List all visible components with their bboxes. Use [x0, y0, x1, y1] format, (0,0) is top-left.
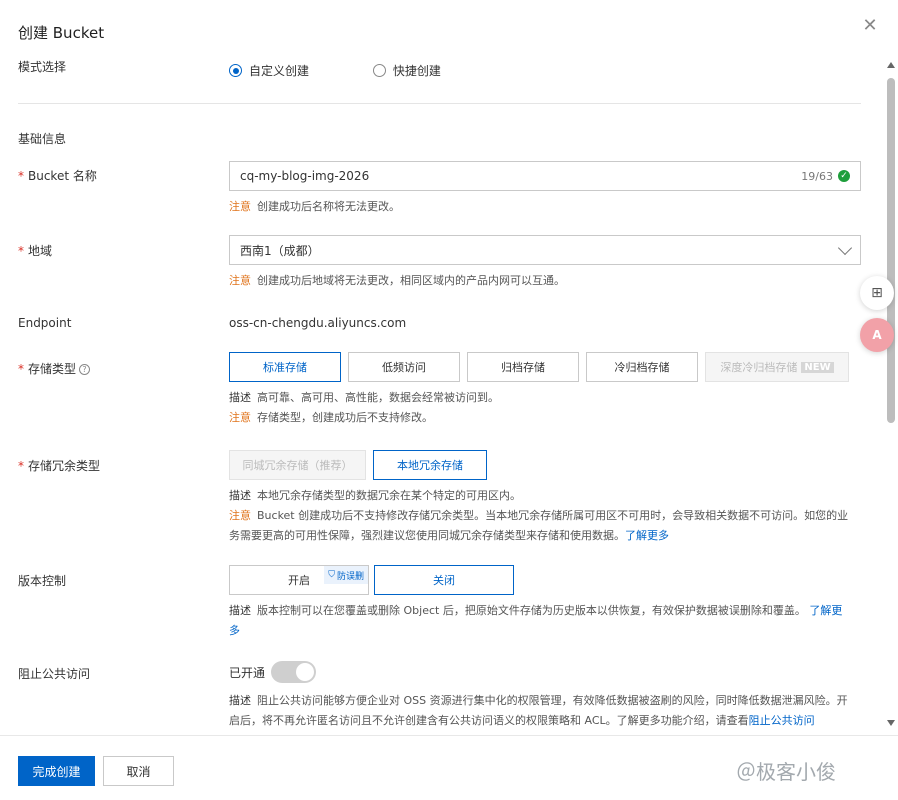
storage-ia-button[interactable]: 低频访问 — [348, 352, 460, 382]
radio-checked-icon — [229, 64, 242, 77]
scroll-thumb[interactable] — [887, 78, 895, 423]
mode-label: 模式选择 — [18, 60, 67, 74]
layout-grid-icon[interactable]: ⊞ — [860, 276, 894, 310]
form-content: 模式选择 自定义创建 快捷创建 基础信息 * Bucket 名称 cq-my-bl… — [0, 48, 884, 732]
chevron-down-icon — [837, 240, 853, 255]
bucket-name-note: 注意 创建成功后名称将无法更改。 — [229, 200, 400, 213]
versioning-learn-more-link[interactable]: 了解更 — [809, 604, 842, 617]
block-public-access-link[interactable]: 阻止公共访问 — [749, 714, 815, 727]
versioning-desc: 描述 版本控制可以在您覆盖或删除 Object 后，把原始文件存储为历史版本以供恢… — [229, 604, 843, 637]
learn-more-link[interactable]: 了解更多 — [625, 529, 669, 542]
submit-button[interactable]: 完成创建 — [18, 756, 95, 786]
storage-class-note: 注意 存储类型，创建成功后不支持修改。 — [229, 411, 433, 424]
help-icon[interactable]: ? — [79, 364, 91, 375]
protect-tag: ⛉ 防误删 — [324, 566, 368, 584]
divider — [18, 103, 861, 104]
create-bucket-dialog: 创建 Bucket ✕ 模式选择 自定义创建 快捷创建 基础信息 * Bucket… — [0, 0, 898, 800]
public-access-desc: 描述 阻止公共访问能够方便企业对 OSS 资源进行集中化的权限管理，有效降低数据被… — [229, 694, 848, 727]
redundancy-label: * 存储冗余类型 — [18, 459, 101, 473]
region-label: * 地域 — [18, 244, 53, 258]
region-select[interactable]: 西南1（成都） — [229, 235, 861, 265]
watermark: ＠极客小俊 — [736, 760, 836, 784]
versioning-options: 开启 ⛉ 防误删 关闭 — [229, 565, 861, 595]
radio-custom-create[interactable]: 自定义创建 — [229, 62, 309, 79]
mode-radio-group: 自定义创建 快捷创建 — [229, 62, 441, 80]
scroll-up-icon[interactable] — [887, 62, 895, 68]
section-basic-info: 基础信息 — [18, 132, 67, 146]
radio-unchecked-icon — [372, 64, 386, 77]
redundancy-lrs-button[interactable]: 本地冗余存储 — [373, 450, 487, 480]
storage-cold-archive-button[interactable]: 冷归档存储 — [586, 352, 698, 382]
public-access-label: 阻止公共访问 — [18, 667, 91, 681]
endpoint-label: Endpoint — [18, 316, 72, 330]
check-circle-icon: ✓ — [838, 170, 850, 182]
bucket-name-label: * Bucket 名称 — [18, 169, 97, 183]
bucket-name-input[interactable]: cq-my-blog-img-2026 19/63 ✓ — [229, 161, 861, 191]
redundancy-desc: 描述 本地冗余存储类型的数据冗余在某个特定的可用区内。 — [229, 489, 521, 502]
cancel-button[interactable]: 取消 — [103, 756, 174, 786]
versioning-label: 版本控制 — [18, 574, 67, 588]
char-counter: 19/63 — [801, 169, 833, 183]
storage-class-options: 标准存储 低频访问 归档存储 冷归档存储 深度冷归档存储 NEW — [229, 352, 849, 382]
close-icon[interactable]: ✕ — [860, 16, 880, 36]
redundancy-note: 注意 Bucket 创建成功后不支持修改存储冗余类型。当本地冗余存储所属可用区不可… — [229, 509, 849, 542]
new-badge: NEW — [801, 361, 834, 373]
dialog-title: 创建 Bucket — [18, 24, 105, 42]
redundancy-zrs-button: 同城冗余存储（推荐） — [229, 450, 366, 480]
storage-class-label: * 存储类型? — [18, 360, 91, 377]
storage-archive-button[interactable]: 归档存储 — [467, 352, 579, 382]
redundancy-options: 同城冗余存储（推荐） 本地冗余存储 — [229, 450, 869, 480]
region-note: 注意 创建成功后地域将无法更改，相同区域内的产品内网可以互通。 — [229, 274, 565, 287]
shield-icon: ⛉ — [328, 570, 335, 580]
public-access-status: 已开通 — [229, 665, 266, 680]
public-access-toggle[interactable] — [271, 661, 317, 683]
scrollbar[interactable] — [884, 58, 898, 734]
scroll-down-icon[interactable] — [887, 720, 895, 726]
storage-class-desc: 描述 高可靠、高可用、高性能，数据会经常被访问到。 — [229, 391, 499, 404]
versioning-on-button[interactable]: 开启 ⛉ 防误删 — [229, 565, 369, 595]
storage-standard-button[interactable]: 标准存储 — [229, 352, 341, 382]
endpoint-value: oss-cn-chengdu.aliyuncs.com — [229, 316, 407, 330]
radio-quick-create[interactable]: 快捷创建 — [372, 62, 441, 79]
storage-deep-cold-archive-button: 深度冷归档存储 NEW — [705, 352, 849, 382]
versioning-off-button[interactable]: 关闭 — [374, 565, 514, 595]
translate-icon[interactable]: A — [860, 318, 894, 352]
